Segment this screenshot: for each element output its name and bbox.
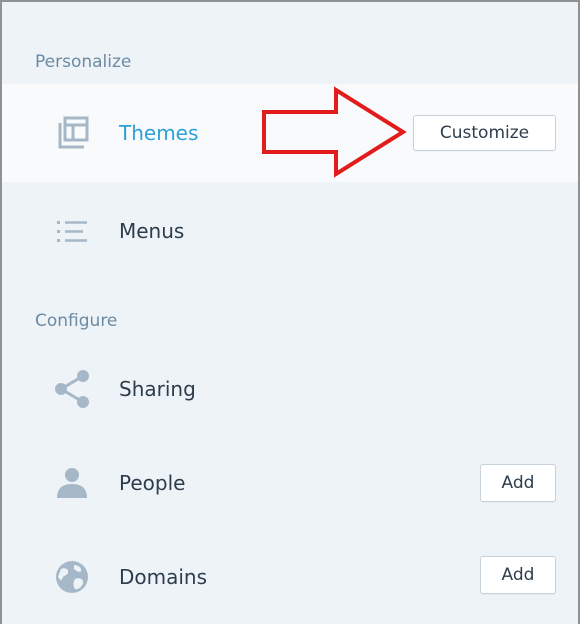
person-icon [50,461,94,505]
globe-icon [50,555,94,599]
section-heading-configure: Configure [35,311,118,331]
section-heading-personalize: Personalize [35,52,132,72]
menus-icon [50,209,94,253]
settings-panel: Personalize Themes Customize Menus Confi… [0,0,580,624]
sidebar-item-label: Sharing [119,377,196,401]
add-people-button[interactable]: Add [480,464,556,502]
share-icon [50,367,94,411]
sidebar-item-label: People [119,471,186,495]
sidebar-item-menus[interactable]: Menus [2,182,578,280]
themes-icon [50,111,94,155]
sidebar-item-people[interactable]: People Add [2,434,578,532]
sidebar-item-label: Domains [119,565,208,589]
sidebar-item-sharing[interactable]: Sharing [2,340,578,438]
add-domain-button[interactable]: Add [480,556,556,594]
sidebar-item-label: Themes [119,121,199,145]
customize-button[interactable]: Customize [413,115,556,151]
callout-arrow [262,86,407,178]
sidebar-item-domains[interactable]: Domains Add [2,528,578,626]
sidebar-item-label: Menus [119,219,185,243]
